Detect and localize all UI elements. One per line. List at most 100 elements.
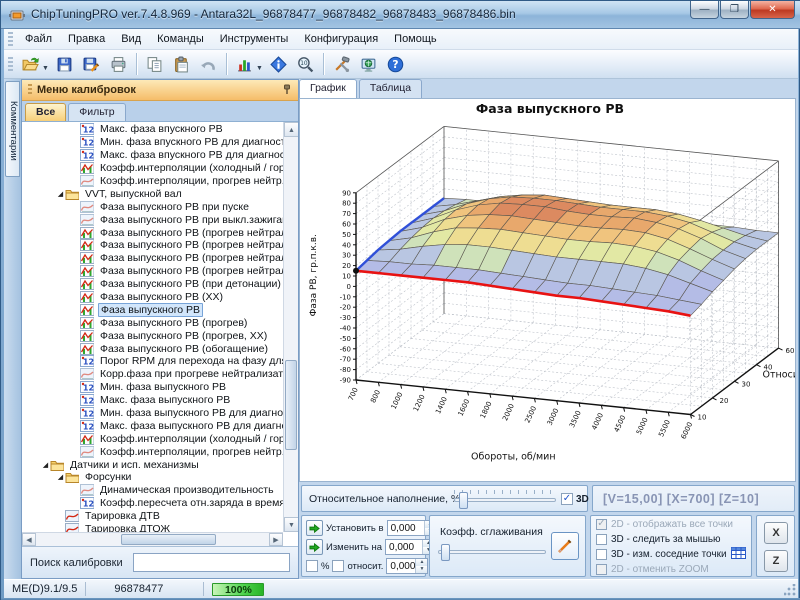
tree-item[interactable]: 12Макс. фаза выпускного РВ [22, 394, 283, 407]
expanded-twisty-icon[interactable]: ◢ [56, 190, 65, 198]
tree-item-label[interactable]: Коэфф.интерполяции, прогрев нейтр. (холо… [98, 175, 283, 187]
tree-item-label[interactable]: Фаза выпускного РВ (прогрев нейтрал., хо… [98, 239, 283, 251]
tree-item-label[interactable]: Порог RPM для перехода на фазу для режим… [98, 355, 283, 367]
tree-item[interactable]: Коэфф.интерполяции, прогрев нейтр. (холо… [22, 175, 283, 188]
tree-item[interactable]: Фаза выпускного РВ (при детонации) [22, 278, 283, 291]
paste-button[interactable] [169, 52, 194, 77]
fill-slider-thumb[interactable] [459, 492, 468, 509]
percent-checkbox[interactable] [306, 560, 318, 572]
tree-item[interactable]: Фаза выпускного РВ при пуске [22, 200, 283, 213]
maximize-button[interactable]: ❐ [720, 1, 749, 19]
network-button[interactable] [356, 52, 381, 77]
tree-item[interactable]: Корр.фаза при прогреве нейтрализатора [22, 368, 283, 381]
tree-item-label[interactable]: Фаза выпускного РВ (прогрев, ХХ) [98, 330, 269, 342]
search-10x-button[interactable]: 10 [293, 52, 318, 77]
save-button[interactable] [52, 52, 77, 77]
tree-item[interactable]: Фаза выпускного РВ (обогащение) [22, 342, 283, 355]
tree-item[interactable]: 12Мин. фаза выпускного РВ для диагностик… [22, 407, 283, 420]
tree-folder[interactable]: ◢Датчики и исп. механизмы [22, 458, 283, 471]
scroll-right-arrow[interactable]: ▶ [269, 533, 283, 546]
tree-item-label[interactable]: Форсунки [83, 471, 133, 483]
compare-info-button[interactable] [266, 52, 291, 77]
minimize-button[interactable]: — [690, 1, 719, 19]
undo-button[interactable] [196, 52, 221, 77]
tree-item-label[interactable]: Мин. фаза впускного РВ для диагностики [98, 136, 283, 148]
chart-view-button[interactable] [232, 52, 257, 77]
menu-3[interactable]: Команды [149, 30, 212, 48]
tree-item[interactable]: Фаза выпускного РВ (прогрев нейтрал., ХХ… [22, 252, 283, 265]
tree-vertical-scrollbar[interactable]: ▲ ▼ [283, 122, 298, 532]
tree-folder[interactable]: ◢ VVT, выпускной вал [22, 187, 283, 200]
tree-item-label[interactable]: Коэфф.пересчета отн.заряда в время впрыс… [98, 497, 283, 509]
search-input[interactable] [133, 553, 290, 572]
menu-4[interactable]: Инструменты [212, 30, 297, 48]
tree-item[interactable]: 12Мин. фаза выпускного РВ [22, 381, 283, 394]
tree-item[interactable]: 12Макс. фаза выпускного РВ для диагности… [22, 419, 283, 432]
3d-checkbox[interactable] [561, 493, 573, 505]
tree-horizontal-scrollbar[interactable]: ◀ ▶ [22, 532, 283, 546]
tree-item-label[interactable]: Фаза выпускного РВ (прогрев нейтрал., ХХ… [98, 252, 283, 264]
change-value-button[interactable] [306, 539, 323, 555]
expanded-twisty-icon[interactable]: ◢ [56, 473, 65, 481]
tab-graph[interactable]: График [299, 79, 357, 98]
menu-5[interactable]: Конфигурация [296, 30, 386, 48]
tree-item[interactable]: Фаза выпускного РВ (ХХ) [22, 291, 283, 304]
menu-1[interactable]: Правка [60, 30, 113, 48]
tree-item[interactable]: Фаза выпускного РВ [22, 303, 283, 316]
change-value-spinner[interactable]: 0,000▲▼ [385, 539, 435, 555]
tree-item[interactable]: Тарировка ДТВ [22, 510, 283, 523]
tree-item[interactable]: Фаза выпускного РВ при выкл.зажигания [22, 213, 283, 226]
tree-item-label[interactable]: Тарировка ДТВ [83, 510, 162, 522]
tree-item-label[interactable]: Фаза выпускного РВ при пуске [98, 201, 251, 213]
help-button[interactable]: ? [383, 52, 408, 77]
scroll-up-arrow[interactable]: ▲ [284, 122, 298, 137]
edit-curve-button[interactable] [551, 532, 579, 560]
tree-item-label[interactable]: Фаза выпускного РВ [98, 303, 203, 317]
tree-item-label[interactable]: Корр.фаза при прогреве нейтрализатора [98, 368, 283, 380]
scroll-down-arrow[interactable]: ▼ [284, 517, 298, 532]
z-axis-button[interactable]: Z [764, 550, 788, 572]
tree-item-label[interactable]: Динамическая производительность [98, 484, 276, 496]
tree-item-label[interactable]: Фаза выпускного РВ (обогащение) [98, 343, 270, 355]
tree-item-label[interactable]: Датчики и исп. механизмы [68, 459, 201, 471]
option-checkbox[interactable] [596, 549, 607, 560]
menu-2[interactable]: Вид [113, 30, 149, 48]
tree-item-label[interactable]: Макс. фаза выпускного РВ [98, 394, 232, 406]
tree-item[interactable]: 12Мин. фаза впускного РВ для диагностики [22, 136, 283, 149]
smoothing-slider[interactable] [438, 550, 546, 554]
pin-icon[interactable] [280, 84, 292, 96]
tree-item[interactable]: 12Коэфф.пересчета отн.заряда в время впр… [22, 497, 283, 510]
print-button[interactable] [106, 52, 131, 77]
tree-item[interactable]: 12Макс. фаза впускного РВ [22, 123, 283, 136]
tab-table[interactable]: Таблица [359, 79, 422, 98]
resize-grip[interactable] [784, 584, 796, 596]
menu-0[interactable]: Файл [17, 30, 60, 48]
tree-item-label[interactable]: Фаза выпускного РВ (прогрев нейтрализато… [98, 227, 283, 239]
tree-item-label[interactable]: VVT, выпускной вал [83, 188, 184, 200]
tree-item[interactable]: 12Макс. фаза впускного РВ для диагностик… [22, 149, 283, 162]
tools-button[interactable] [329, 52, 354, 77]
save-as-button[interactable] [79, 52, 104, 77]
tree-item-label[interactable]: Макс. фаза впускного РВ [98, 123, 225, 135]
horizontal-scroll-thumb[interactable] [121, 534, 216, 545]
tree-folder[interactable]: ◢ Форсунки [22, 471, 283, 484]
tree-item-label[interactable]: Фаза выпускного РВ при выкл.зажигания [98, 214, 283, 226]
grid-icon[interactable] [731, 546, 746, 564]
menu-6[interactable]: Помощь [386, 30, 445, 48]
tree-item[interactable]: Фаза выпускного РВ (прогрев, ХХ) [22, 329, 283, 342]
option-checkbox[interactable] [596, 534, 607, 545]
tree-item-label[interactable]: Макс. фаза впускного РВ для диагностики [98, 149, 283, 161]
open-file-button[interactable] [18, 52, 43, 77]
tree-item-label[interactable]: Мин. фаза выпускного РВ для диагностики [98, 407, 283, 419]
tab-filter[interactable]: Фильтр [68, 103, 125, 121]
relative-spinner[interactable]: 0,000▲▼ [386, 558, 428, 574]
chart-view-dropdown-caret[interactable]: ▼ [256, 65, 263, 72]
set-value-button[interactable] [306, 520, 323, 536]
tab-all[interactable]: Все [25, 103, 66, 121]
copy-button[interactable] [142, 52, 167, 77]
tree-item[interactable]: Коэфф.интерполяции (холодный / горячий ) [22, 162, 283, 175]
open-file-dropdown-caret[interactable]: ▼ [42, 65, 49, 72]
tree-item-label[interactable]: Коэфф.интерполяции (холодный / горячий ) [98, 433, 283, 445]
tree-item-label[interactable]: Фаза выпускного РВ (прогрев) [98, 317, 249, 329]
surface-chart[interactable]: -90-80-70-60-50-40-30-20-100102030405060… [299, 98, 796, 482]
